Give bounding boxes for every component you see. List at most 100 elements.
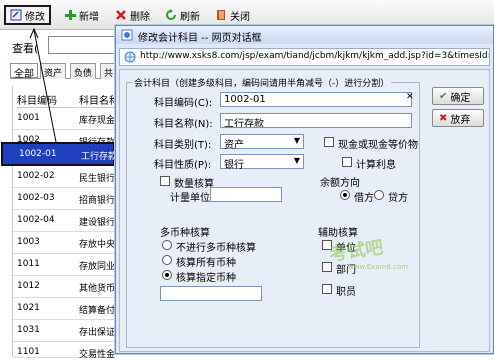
ie-page-icon xyxy=(121,29,133,44)
specified-currency-radio[interactable] xyxy=(162,270,172,280)
cell-name: 建设银行 xyxy=(79,218,115,228)
tab-liabilities[interactable]: 负债 xyxy=(70,63,97,79)
table-row[interactable]: 1012 其他货币 xyxy=(13,276,115,298)
cell-name: 库存现金 xyxy=(79,116,115,126)
column-header-name[interactable]: 科目名称 xyxy=(79,86,115,108)
cancel-x-icon: ✖ xyxy=(439,112,448,124)
ok-button[interactable]: ✔ 确定 xyxy=(432,87,484,105)
cell-code: 1002-01 xyxy=(19,149,57,159)
query-label: 查看( xyxy=(12,42,39,55)
plus-icon xyxy=(64,9,76,21)
table-row[interactable]: 1001 库存现金 xyxy=(13,108,115,130)
currency-input[interactable] xyxy=(160,286,262,301)
dialog-title: 修改会计科目 -- 网页对话框 xyxy=(138,33,262,44)
unit-label: 计量单位 xyxy=(170,193,210,204)
cell-code: 1031 xyxy=(17,325,40,335)
dialog-content: 会计科目（创建多级科目，编码间请用半角减号（-）进行分割） 科目编码(C): 1… xyxy=(119,69,490,352)
add-button-label: 新增 xyxy=(79,11,99,23)
tab-assets[interactable]: 资产 xyxy=(40,63,67,79)
close-door-icon xyxy=(215,9,227,21)
cancel-button[interactable]: ✖ 放弃 xyxy=(432,109,484,127)
unit-input[interactable] xyxy=(210,187,282,202)
cell-name: 存放中央 xyxy=(79,240,115,250)
qty-check-label: 数量核算 xyxy=(174,179,214,190)
cell-name: 工行存款 xyxy=(81,152,117,162)
query-input[interactable] xyxy=(48,36,118,54)
nature-selected-value: 银行 xyxy=(224,160,244,171)
cell-name: 结算备付 xyxy=(79,306,115,316)
cell-name: 民生银行 xyxy=(79,174,115,184)
balance-direction-label: 余额方向 xyxy=(320,178,360,189)
specified-currency-label: 核算指定币种 xyxy=(176,273,236,284)
close-button[interactable]: 关闭 xyxy=(215,5,250,25)
cell-name: 交易性金 xyxy=(79,350,115,360)
cell-code: 1101 xyxy=(17,347,40,357)
debit-radio[interactable] xyxy=(340,190,350,200)
dialog-address-bar: http://www.xsks8.com/jsp/exam/tiand/jcbm… xyxy=(119,48,490,66)
account-table: 科目编码 科目名称 1001库存现金 1002银行存款 1002-01工行存款 … xyxy=(1,86,117,360)
nature-select[interactable]: 银行 ▼ xyxy=(220,154,304,171)
table-row[interactable]: 1021 结算备付 xyxy=(13,298,115,320)
credit-label: 贷方 xyxy=(388,193,408,204)
table-row[interactable]: 1002-02 民生银行 xyxy=(13,166,115,188)
multi-currency-title: 多币种核算 xyxy=(160,228,210,239)
name-label: 科目名称(N): xyxy=(154,119,213,130)
debit-label: 借方 xyxy=(354,193,374,204)
column-header-code[interactable]: 科目编码 xyxy=(17,86,77,108)
table-row[interactable]: 1002-04 建设银行 xyxy=(13,210,115,232)
cell-name: 招商银行 xyxy=(79,196,115,206)
check-icon: ✔ xyxy=(439,90,448,102)
calc-interest-checkbox[interactable] xyxy=(342,157,352,167)
cancel-button-label: 放弃 xyxy=(450,114,471,126)
type-selected-value: 资产 xyxy=(224,140,244,151)
account-fieldset-title: 会计科目（创建多级科目，编码间请用半角减号（-）进行分割） xyxy=(132,76,392,89)
tab-all[interactable]: 全部 xyxy=(10,63,38,80)
code-label: 科目编码(C): xyxy=(154,98,213,109)
cash-equiv-label: 现金或现金等价物 xyxy=(338,140,418,151)
refresh-button[interactable]: 刷新 xyxy=(165,5,200,25)
modify-account-dialog: 修改会计科目 -- 网页对话框 http://www.xsks8.com/jsp… xyxy=(115,25,494,354)
type-label: 科目类别(T): xyxy=(154,140,212,151)
aux-staff-label: 职员 xyxy=(336,287,356,298)
dialog-titlebar[interactable]: 修改会计科目 -- 网页对话框 xyxy=(116,26,493,44)
modify-button[interactable]: 修改 xyxy=(4,5,51,25)
cell-name: 其他货币 xyxy=(79,284,115,294)
cash-equiv-checkbox[interactable] xyxy=(324,137,334,147)
watermark-url: www.Exam8.com xyxy=(348,263,409,271)
staff-checkbox[interactable] xyxy=(322,284,332,294)
table-row[interactable]: 1031 存出保证 xyxy=(13,320,115,342)
cell-code: 1003 xyxy=(17,237,40,247)
clear-x-icon[interactable]: ✕ xyxy=(406,92,414,102)
cell-name: 存放同业 xyxy=(79,262,115,272)
qty-check-checkbox[interactable] xyxy=(160,176,170,186)
delete-button-label: 删除 xyxy=(130,11,150,23)
refresh-icon xyxy=(165,9,177,21)
table-row[interactable]: 1101 交易性金 xyxy=(13,342,115,360)
code-input[interactable]: 1002-01 xyxy=(220,92,412,107)
table-row[interactable]: 1011 存放同业 xyxy=(13,254,115,276)
close-button-label: 关闭 xyxy=(230,11,250,23)
cell-code: 1011 xyxy=(17,259,40,269)
type-select[interactable]: 资产 ▼ xyxy=(220,134,304,151)
add-button[interactable]: 新增 xyxy=(64,5,99,25)
cell-code: 1021 xyxy=(17,303,40,313)
dialog-url: http://www.xsks8.com/jsp/exam/tiand/jcbm… xyxy=(140,51,490,61)
cell-code: 1012 xyxy=(17,281,40,291)
cell-code: 1002-03 xyxy=(17,193,55,203)
ie-globe-icon xyxy=(124,51,136,65)
table-row[interactable]: 1003 存放中央 xyxy=(13,232,115,254)
delete-x-icon xyxy=(115,9,127,21)
name-input[interactable]: 工行存款 xyxy=(220,113,412,128)
table-row-selected[interactable]: 1002-01 工行存款 xyxy=(1,142,117,166)
delete-button[interactable]: 删除 xyxy=(115,5,150,25)
all-currency-radio[interactable] xyxy=(162,255,172,265)
calc-interest-label: 计算利息 xyxy=(356,160,396,171)
modify-button-label: 修改 xyxy=(25,11,45,23)
no-multi-currency-radio[interactable] xyxy=(162,240,172,250)
credit-radio[interactable] xyxy=(374,190,384,200)
table-row[interactable]: 1002-03 招商银行 xyxy=(13,188,115,210)
cell-code: 1002-04 xyxy=(17,215,55,225)
no-multi-currency-label: 不进行多币种核算 xyxy=(176,243,256,254)
ok-button-label: 确定 xyxy=(450,92,471,104)
chevron-down-icon: ▼ xyxy=(293,136,300,145)
